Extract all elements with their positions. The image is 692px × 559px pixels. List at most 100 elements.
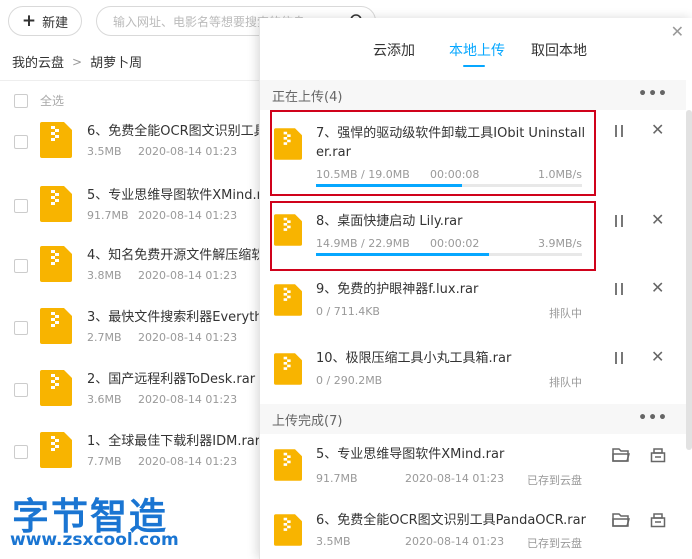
file-size: 7.7MB [87, 455, 122, 468]
cancel-icon[interactable]: ✕ [651, 349, 664, 365]
cancel-icon[interactable]: ✕ [651, 280, 664, 296]
file-row[interactable]: 1、全球最佳下载利器IDM.rar 7.7MB 2020-08-14 01:23 [0, 422, 260, 482]
archive-file-icon [274, 214, 302, 249]
file-row[interactable]: 2、国产远程利器ToDesk.rar 3.6MB 2020-08-14 01:2… [0, 360, 260, 420]
row-checkbox[interactable] [14, 321, 28, 335]
file-name[interactable]: 6、免费全能OCR图文识别工具 [87, 120, 267, 139]
cancel-icon[interactable]: ✕ [651, 122, 664, 138]
select-all-label: 全选 [40, 94, 65, 108]
open-folder-icon[interactable] [612, 512, 630, 528]
close-icon[interactable]: ✕ [671, 24, 684, 40]
done-file-name: 6、免费全能OCR图文识别工具PandaOCR.rar [316, 513, 586, 528]
archive-file-icon [40, 246, 72, 285]
new-button[interactable]: + 新建 [8, 6, 82, 36]
cancel-icon[interactable]: ✕ [651, 212, 664, 228]
tab-cloud-add[interactable]: 云添加 [373, 40, 415, 60]
upload-progress-text: 14.9MB / 22.9MB [316, 237, 410, 250]
scrollbar[interactable] [686, 110, 692, 450]
upload-row: 7、强悍的驱动级软件卸载工具IObit Uninstaller.rar 10.5… [260, 112, 686, 187]
upload-status: 排队中 [549, 376, 582, 389]
upload-file-name: 10、极限压缩工具小丸工具箱.rar [316, 351, 512, 366]
row-checkbox[interactable] [14, 445, 28, 459]
archive-file-icon [274, 449, 302, 484]
row-checkbox[interactable] [14, 135, 28, 149]
file-row[interactable]: 3、最快文件搜索利器Everythi 2.7MB 2020-08-14 01:2… [0, 298, 266, 358]
more-icon[interactable]: ••• [638, 86, 668, 102]
breadcrumb: 我的云盘 > 胡萝卜周 [12, 52, 143, 72]
new-button-label: 新建 [42, 15, 69, 31]
watermark-url: www.zsxcool.com [10, 530, 179, 550]
archive-file-icon [274, 284, 302, 319]
progress-bar [316, 184, 582, 187]
file-time: 2020-08-14 01:23 [138, 209, 238, 222]
upload-elapsed: 00:00:02 [430, 237, 480, 250]
file-size: 91.7MB [87, 209, 129, 222]
locate-icon[interactable] [650, 512, 666, 528]
select-all-checkbox[interactable] [14, 93, 28, 108]
upload-file-name: 9、免费的护眼神器f.lux.rar [316, 282, 479, 297]
row-checkbox[interactable] [14, 199, 28, 213]
file-name[interactable]: 4、知名免费开源文件解压缩软 [87, 244, 264, 263]
file-size: 3.5MB [87, 145, 122, 158]
upload-progress-text: 0 / 711.4KB [316, 305, 380, 318]
file-time: 2020-08-14 01:23 [138, 145, 238, 158]
file-size: 2.7MB [87, 331, 122, 344]
select-all[interactable]: 全选 [14, 92, 64, 109]
upload-file-name: 8、桌面快捷启动 Lily.rar [316, 214, 463, 229]
done-file-time: 2020-08-14 01:23 [405, 472, 505, 485]
archive-file-icon [40, 186, 72, 225]
locate-icon[interactable] [650, 447, 666, 463]
archive-file-icon [40, 308, 72, 347]
progress-bar [316, 253, 582, 256]
file-time: 2020-08-14 01:23 [138, 269, 238, 282]
file-size: 3.6MB [87, 393, 122, 406]
breadcrumb-root[interactable]: 我的云盘 [12, 52, 64, 71]
file-time: 2020-08-14 01:23 [138, 393, 238, 406]
active-tab-indicator [463, 65, 485, 67]
upload-status: 排队中 [549, 307, 582, 320]
upload-speed: 3.9MB/s [538, 237, 582, 250]
archive-file-icon [40, 122, 72, 161]
done-row: 6、免费全能OCR图文识别工具PandaOCR.rar 3.5MB 2020-0… [260, 508, 686, 559]
progress-fill [316, 184, 463, 187]
done-file-size: 91.7MB [316, 472, 358, 485]
done-row: 5、专业思维导图软件XMind.rar 91.7MB 2020-08-14 01… [260, 441, 686, 511]
file-row[interactable]: 4、知名免费开源文件解压缩软 3.8MB 2020-08-14 01:23 [0, 236, 264, 296]
file-time: 2020-08-14 01:23 [138, 455, 238, 468]
progress-fill [316, 253, 489, 256]
tab-local-upload[interactable]: 本地上传 [449, 40, 505, 60]
pause-icon[interactable] [613, 282, 625, 296]
chevron-right-icon: > [72, 54, 83, 69]
breadcrumb-current: 胡萝卜周 [90, 56, 143, 71]
file-name[interactable]: 2、国产远程利器ToDesk.rar [87, 368, 255, 387]
open-folder-icon[interactable] [612, 447, 630, 463]
file-name[interactable]: 3、最快文件搜索利器Everythi [87, 306, 266, 325]
pause-icon[interactable] [613, 214, 625, 228]
done-status: 已存到云盘 [527, 474, 582, 487]
done-header: 上传完成(7) ••• [260, 404, 686, 434]
archive-file-icon [40, 432, 72, 471]
file-row[interactable]: 6、免费全能OCR图文识别工具 3.5MB 2020-08-14 01:23 [0, 112, 267, 172]
file-row[interactable]: 5、专业思维导图软件XMind.ra 91.7MB 2020-08-14 01:… [0, 176, 270, 236]
more-icon[interactable]: ••• [638, 410, 668, 426]
file-size: 3.8MB [87, 269, 122, 282]
done-file-size: 3.5MB [316, 535, 351, 548]
archive-file-icon [274, 128, 302, 163]
pause-icon[interactable] [613, 351, 625, 365]
pause-icon[interactable] [613, 124, 625, 138]
divider [0, 80, 260, 81]
upload-row: 9、免费的护眼神器f.lux.rar 0 / 711.4KB 排队中 ✕ [260, 276, 686, 346]
upload-file-name: 7、强悍的驱动级软件卸载工具IObit Uninstaller.rar [316, 126, 586, 160]
archive-file-icon [274, 353, 302, 388]
file-name[interactable]: 5、专业思维导图软件XMind.ra [87, 184, 270, 203]
upload-progress-text: 10.5MB / 19.0MB [316, 168, 410, 181]
archive-file-icon [40, 370, 72, 409]
done-file-name: 5、专业思维导图软件XMind.rar [316, 447, 505, 462]
plus-icon: + [21, 10, 37, 31]
done-file-time: 2020-08-14 01:23 [405, 535, 505, 548]
row-checkbox[interactable] [14, 259, 28, 273]
upload-speed: 1.0MB/s [538, 168, 582, 181]
tab-retrieve-local[interactable]: 取回本地 [531, 40, 587, 60]
row-checkbox[interactable] [14, 383, 28, 397]
file-name[interactable]: 1、全球最佳下载利器IDM.rar [87, 430, 260, 449]
